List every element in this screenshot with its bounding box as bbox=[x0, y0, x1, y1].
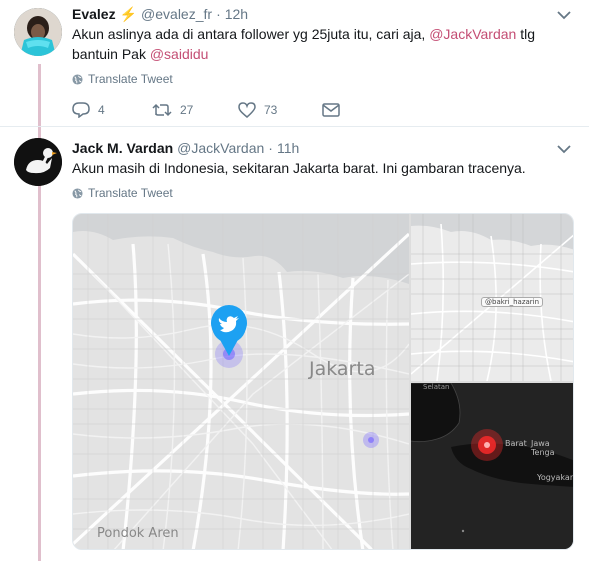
caret-down-icon[interactable] bbox=[557, 144, 571, 154]
avatar[interactable] bbox=[14, 138, 62, 186]
like-button[interactable]: 73 bbox=[238, 102, 322, 118]
caret-down-icon[interactable] bbox=[557, 10, 571, 20]
dm-button[interactable] bbox=[322, 102, 340, 118]
map-label-barat: Barat bbox=[505, 439, 527, 448]
tweet-evalez[interactable]: Evalez ⚡ @evalez_fr · 12h Akun aslinya a… bbox=[0, 0, 589, 125]
reply-icon bbox=[72, 102, 90, 118]
like-count: 73 bbox=[264, 103, 278, 117]
mention-link[interactable]: @JackVardan bbox=[429, 26, 516, 42]
tweet-text-part: Akun aslinya ada di antara follower yg 2… bbox=[72, 26, 430, 42]
globe-icon bbox=[72, 73, 83, 85]
separator-dot: · bbox=[216, 6, 221, 22]
media-grid[interactable]: Jakarta Pondok Aren @bakri_hazarin Selat… bbox=[72, 213, 574, 550]
user-handle[interactable]: @evalez_fr bbox=[141, 6, 212, 22]
map-label-selatan: Selatan bbox=[423, 383, 450, 391]
dm-icon bbox=[322, 103, 340, 117]
reply-button[interactable]: 4 bbox=[72, 102, 152, 118]
translate-label: Translate Tweet bbox=[88, 186, 173, 200]
tweet-text: Akun masih di Indonesia, sekitaran Jakar… bbox=[72, 160, 526, 176]
map-label-district: Pondok Aren bbox=[97, 526, 179, 541]
user-handle[interactable]: @JackVardan bbox=[177, 140, 264, 156]
map-image-bottom-right[interactable]: Selatan Barat Jawa Tenga Yogyakar bbox=[411, 383, 574, 549]
map-label-yogyakarta: Yogyakar bbox=[537, 473, 574, 482]
timestamp[interactable]: 11h bbox=[277, 140, 299, 156]
separator-dot: · bbox=[268, 140, 273, 156]
tweet-text: Akun aslinya ada di antara follower yg 2… bbox=[72, 24, 542, 64]
tweet-header: Jack M. Vardan @JackVardan · 11h bbox=[72, 140, 299, 156]
map-tag-label: @bakri_hazarin bbox=[481, 297, 544, 307]
map-label-city: Jakarta bbox=[309, 358, 376, 380]
retweet-count: 27 bbox=[180, 103, 194, 117]
map-image-top-right[interactable]: @bakri_hazarin bbox=[411, 214, 573, 381]
tweet-divider bbox=[0, 126, 589, 127]
mention-link[interactable]: @saididu bbox=[150, 46, 209, 62]
translate-label: Translate Tweet bbox=[88, 72, 173, 86]
retweet-icon bbox=[152, 103, 172, 117]
translate-tweet-link[interactable]: Translate Tweet bbox=[72, 186, 173, 200]
reply-count: 4 bbox=[98, 103, 105, 117]
tweet-header: Evalez ⚡ @evalez_fr · 12h bbox=[72, 6, 248, 23]
globe-icon bbox=[72, 187, 83, 199]
user-name[interactable]: Evalez bbox=[72, 6, 116, 22]
user-name[interactable]: Jack M. Vardan bbox=[72, 140, 173, 156]
tweet-actions: 4 27 73 bbox=[72, 102, 340, 118]
retweet-button[interactable]: 27 bbox=[152, 102, 238, 118]
map-label-jawa-tengah: Jawa Tenga bbox=[531, 439, 555, 457]
tweet-jackvardan[interactable]: Jack M. Vardan @JackVardan · 11h Akun ma… bbox=[0, 128, 589, 561]
translate-tweet-link[interactable]: Translate Tweet bbox=[72, 72, 173, 86]
lightning-emoji: ⚡ bbox=[119, 6, 138, 22]
map-image-main[interactable]: Jakarta Pondok Aren bbox=[73, 214, 409, 549]
like-icon bbox=[238, 102, 256, 118]
avatar[interactable] bbox=[14, 8, 62, 56]
timestamp[interactable]: 12h bbox=[225, 6, 248, 22]
